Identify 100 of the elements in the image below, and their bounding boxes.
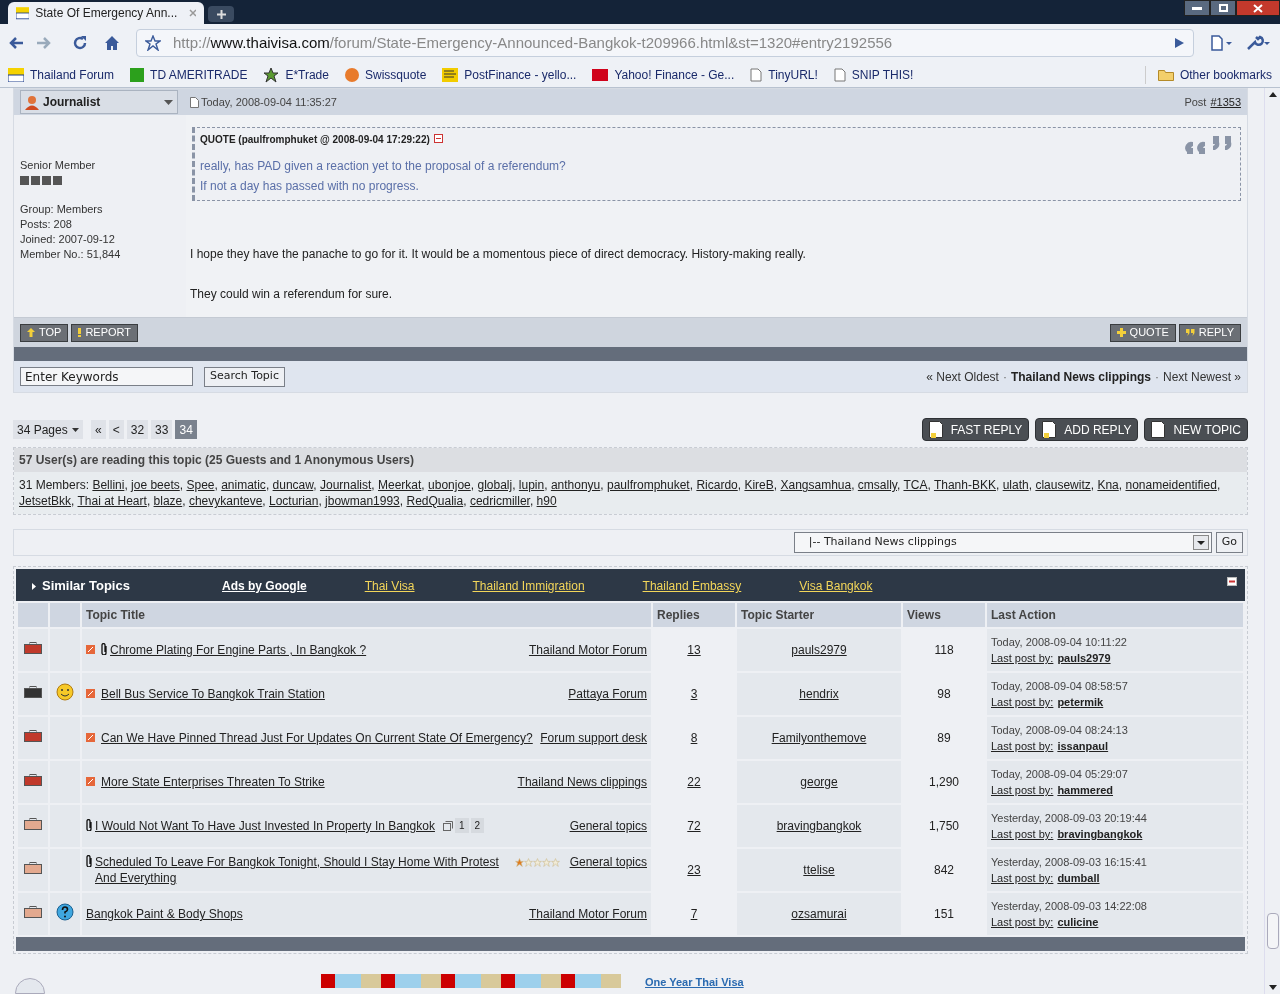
forum-link[interactable]: Pattaya Forum [568, 686, 647, 702]
wrench-icon[interactable] [1246, 35, 1272, 51]
scrollbar[interactable] [1264, 88, 1280, 994]
new-tab-button[interactable] [208, 6, 234, 22]
collapse-icon[interactable] [1227, 577, 1237, 586]
forum-link[interactable]: General topics [569, 818, 647, 834]
last-poster-link[interactable]: bravingbangkok [1057, 826, 1143, 842]
forum-link[interactable]: Thailand News clippings [517, 774, 647, 790]
page-link[interactable]: < [108, 420, 124, 439]
last-post-link[interactable]: Last post by: [991, 650, 1054, 666]
last-post-link[interactable]: Last post by: [991, 694, 1054, 710]
member-link[interactable]: Spee [186, 478, 215, 492]
scroll-down-icon[interactable] [1268, 985, 1277, 990]
author-menu[interactable]: Journalist [20, 90, 178, 114]
topic-title-link[interactable]: Bangkok Paint & Body Shops [86, 906, 243, 922]
maximize-button[interactable] [1210, 0, 1236, 16]
replies-link[interactable]: 7 [690, 907, 698, 921]
bookmark[interactable]: PostFinance - yello... [442, 65, 577, 84]
member-link[interactable]: h90 [536, 494, 557, 508]
page-link[interactable]: « [90, 420, 106, 439]
last-post-link[interactable]: Last post by: [991, 826, 1054, 842]
quote-link-icon[interactable] [433, 134, 443, 143]
member-link[interactable]: Kna [1097, 478, 1119, 492]
starter-link[interactable]: ttelise [803, 863, 835, 877]
last-poster-link[interactable]: hammered [1057, 782, 1113, 798]
topic-title-link[interactable]: Bell Bus Service To Bangkok Train Station [101, 686, 325, 702]
bookmark[interactable]: Thailand Forum [8, 65, 115, 84]
member-link[interactable]: joe beets [131, 478, 180, 492]
browser-tab[interactable]: State Of Emergency Ann... [8, 2, 204, 24]
ad-link[interactable]: Thai Visa [364, 577, 415, 595]
bookmark[interactable]: Swissquote [344, 65, 427, 84]
last-poster-link[interactable]: petermik [1057, 694, 1104, 710]
back-icon[interactable] [8, 36, 24, 50]
replies-link[interactable]: 72 [687, 819, 701, 833]
forum-link[interactable]: Thailand News clippings [1010, 367, 1151, 386]
replies-link[interactable]: 13 [687, 643, 701, 657]
post-button[interactable]: TOP [20, 323, 69, 342]
member-link[interactable]: animatic [221, 478, 266, 492]
close-button[interactable] [1236, 0, 1280, 16]
ad-link[interactable]: Thailand Immigration [472, 577, 585, 595]
last-poster-link[interactable]: pauls2979 [1057, 650, 1111, 666]
post-button[interactable]: QUOTE [1109, 323, 1176, 342]
replies-link[interactable]: 3 [690, 687, 698, 701]
prev-topic-link[interactable]: « Next Oldest [926, 367, 999, 386]
topic-title-link[interactable]: Can We Have Pinned Thread Just For Updates On Current State Of Emergency? [101, 730, 533, 746]
minimize-button[interactable] [1184, 0, 1210, 16]
replies-link[interactable]: 22 [687, 775, 701, 789]
member-link[interactable]: Ricardo [696, 478, 738, 492]
member-link[interactable]: cmsally [857, 478, 897, 492]
starter-link[interactable]: hendrix [799, 687, 839, 701]
forum-link[interactable]: General topics [569, 854, 647, 870]
topic-title-link[interactable]: More State Enterprises Threaten To Strike [101, 774, 325, 790]
last-post-link[interactable]: Last post by: [991, 870, 1054, 886]
bookmark[interactable]: SNIP THIS! [833, 65, 914, 84]
page-menu-icon[interactable] [1210, 35, 1234, 51]
page-link[interactable]: 34 [175, 420, 197, 439]
other-bookmarks[interactable]: Other bookmarks [1144, 65, 1272, 84]
member-link[interactable]: Thanh-BKK [933, 478, 996, 492]
play-icon[interactable] [1173, 37, 1185, 49]
member-link[interactable]: KireB [744, 478, 774, 492]
starter-link[interactable]: bravingbangkok [776, 819, 862, 833]
member-link[interactable]: nonameidentified [1125, 478, 1217, 492]
member-link[interactable]: clausewitz [1035, 478, 1091, 492]
member-link[interactable]: paulfromphuket [606, 478, 690, 492]
member-link[interactable]: cedricmiller [469, 494, 530, 508]
bookmark[interactable]: E*Trade [263, 65, 329, 84]
post-button[interactable]: REPORT [71, 323, 139, 342]
last-post-link[interactable]: Last post by: [991, 914, 1054, 930]
ad-link[interactable]: Thailand Embassy [642, 577, 742, 595]
keyword-field[interactable]: Enter Keywords [20, 367, 193, 386]
topic-action-button[interactable]: ADD REPLY [1035, 418, 1139, 441]
replies-link[interactable]: 23 [687, 863, 701, 877]
member-link[interactable]: Thai at Heart [77, 494, 147, 508]
last-poster-link[interactable]: issanpaul [1057, 738, 1109, 754]
starter-link[interactable]: Familyonthemove [771, 731, 867, 745]
next-topic-link[interactable]: Next Newest » [1162, 367, 1241, 386]
topic-title-link[interactable]: I Would Not Want To Have Just Invested In Property In Bangkok [95, 818, 435, 834]
topic-title-link[interactable]: Chrome Plating For Engine Parts , In Bangkok ? [110, 642, 367, 658]
topic-title-link[interactable]: Scheduled To Leave For Bangkok Tonight, Should I Stay Home With Protest And Everything [95, 854, 511, 886]
member-link[interactable]: ubonjoe [428, 478, 471, 492]
starter-link[interactable]: george [800, 775, 838, 789]
topic-action-button[interactable]: FAST REPLY [921, 418, 1030, 441]
search-topic-button[interactable]: Search Topic [204, 366, 285, 387]
ads-label[interactable]: Ads by Google [222, 577, 307, 595]
page-link[interactable]: 33 [151, 420, 173, 439]
page-link[interactable]: 1 [454, 818, 469, 833]
bookmark[interactable]: TD AMERITRADE [130, 65, 248, 84]
star-icon[interactable] [145, 35, 161, 51]
post-button[interactable]: REPLY [1178, 323, 1241, 342]
last-post-link[interactable]: Last post by: [991, 782, 1054, 798]
member-link[interactable]: ulath [1002, 478, 1029, 492]
scroll-thumb[interactable] [1266, 913, 1279, 949]
bookmark[interactable]: Yahoo! Finance - Ge... [592, 65, 735, 84]
forum-link[interactable]: Thailand Motor Forum [528, 906, 647, 922]
page-link[interactable]: 2 [470, 818, 485, 833]
forum-select[interactable]: |-- Thailand News clippings [793, 532, 1212, 553]
reload-icon[interactable] [72, 35, 88, 51]
member-link[interactable]: jbowman1993 [325, 494, 400, 508]
home-icon[interactable] [104, 35, 120, 51]
post-number-link[interactable]: #1353 [1210, 93, 1241, 111]
